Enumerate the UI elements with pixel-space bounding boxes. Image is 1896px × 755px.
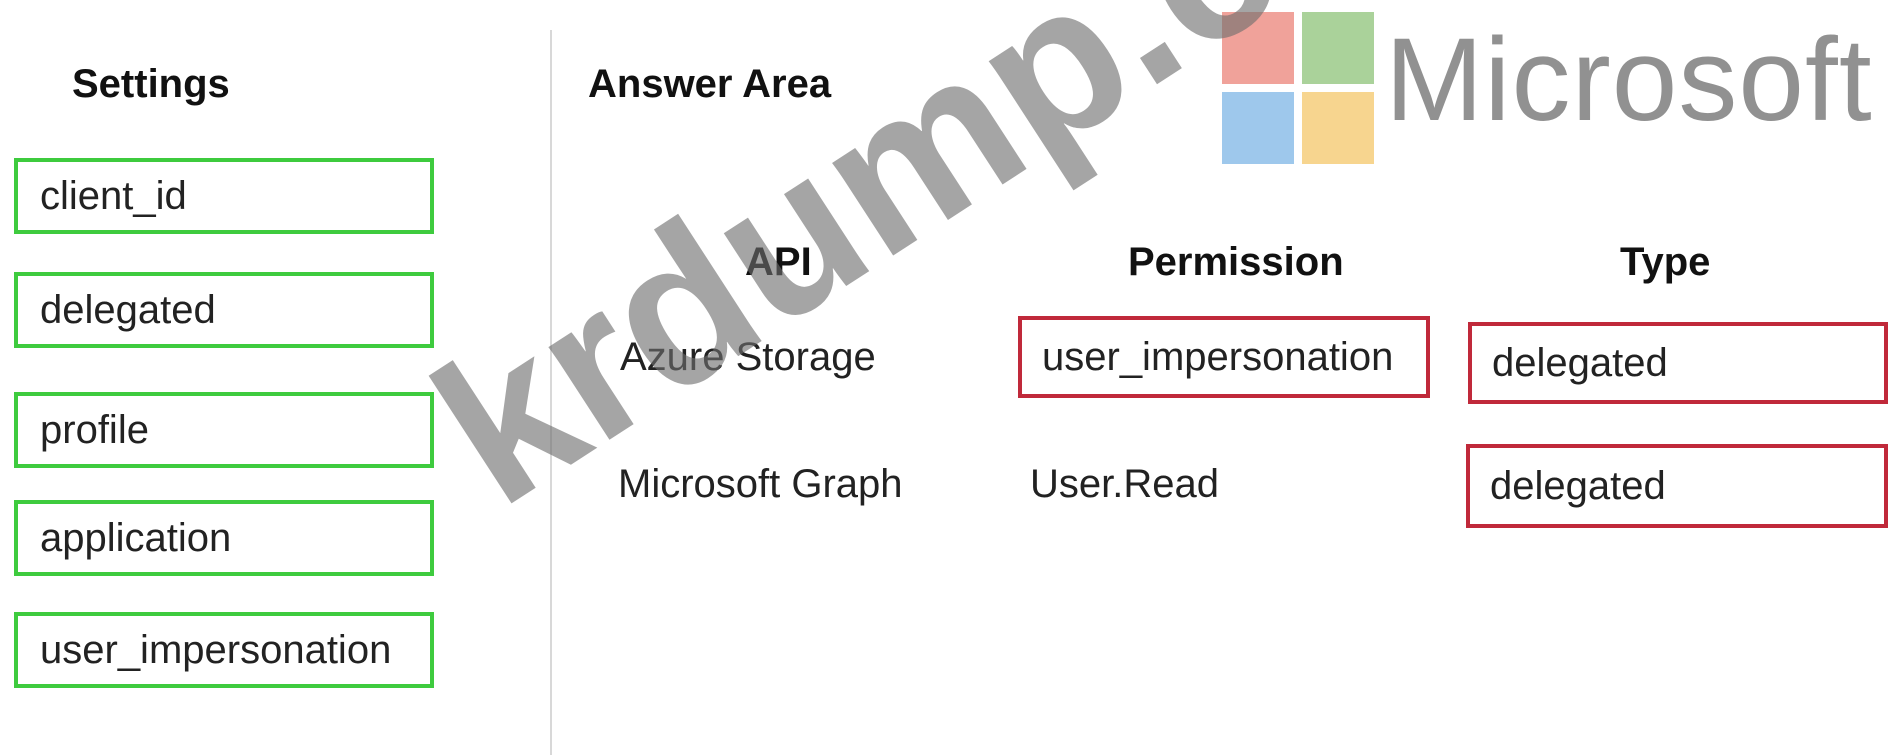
type-drop-target-azure-storage[interactable]: delegated [1468,322,1888,404]
logo-square-green [1302,12,1374,84]
logo-square-blue [1222,92,1294,164]
drop-target-value: user_impersonation [1042,334,1394,379]
type-drop-target-microsoft-graph[interactable]: delegated [1466,444,1888,528]
setting-item-client-id[interactable]: client_id [14,158,434,234]
setting-item-label: delegated [40,287,216,332]
setting-item-label: user_impersonation [40,627,392,672]
permission-drop-target-azure-storage[interactable]: user_impersonation [1018,316,1430,398]
setting-item-delegated[interactable]: delegated [14,272,434,348]
column-header-type: Type [1620,240,1711,284]
logo-square-red [1222,12,1294,84]
setting-item-label: application [40,515,232,560]
setting-item-label: client_id [40,173,187,218]
setting-item-label: profile [40,407,149,452]
answer-area-heading: Answer Area [588,62,832,106]
logo-square-yellow [1302,92,1374,164]
setting-item-application[interactable]: application [14,500,434,576]
column-header-api: API [745,240,812,284]
drop-target-value: delegated [1492,340,1668,385]
row-permission-user-read: User.Read [1030,462,1219,506]
microsoft-logo-text: Microsoft [1385,14,1873,146]
row-api-azure-storage: Azure Storage [620,335,876,379]
column-header-permission: Permission [1128,240,1344,284]
row-api-microsoft-graph: Microsoft Graph [618,462,903,506]
setting-item-profile[interactable]: profile [14,392,434,468]
panel-divider [550,30,552,755]
drop-target-value: delegated [1490,463,1666,508]
settings-heading: Settings [72,62,230,106]
setting-item-user-impersonation[interactable]: user_impersonation [14,612,434,688]
